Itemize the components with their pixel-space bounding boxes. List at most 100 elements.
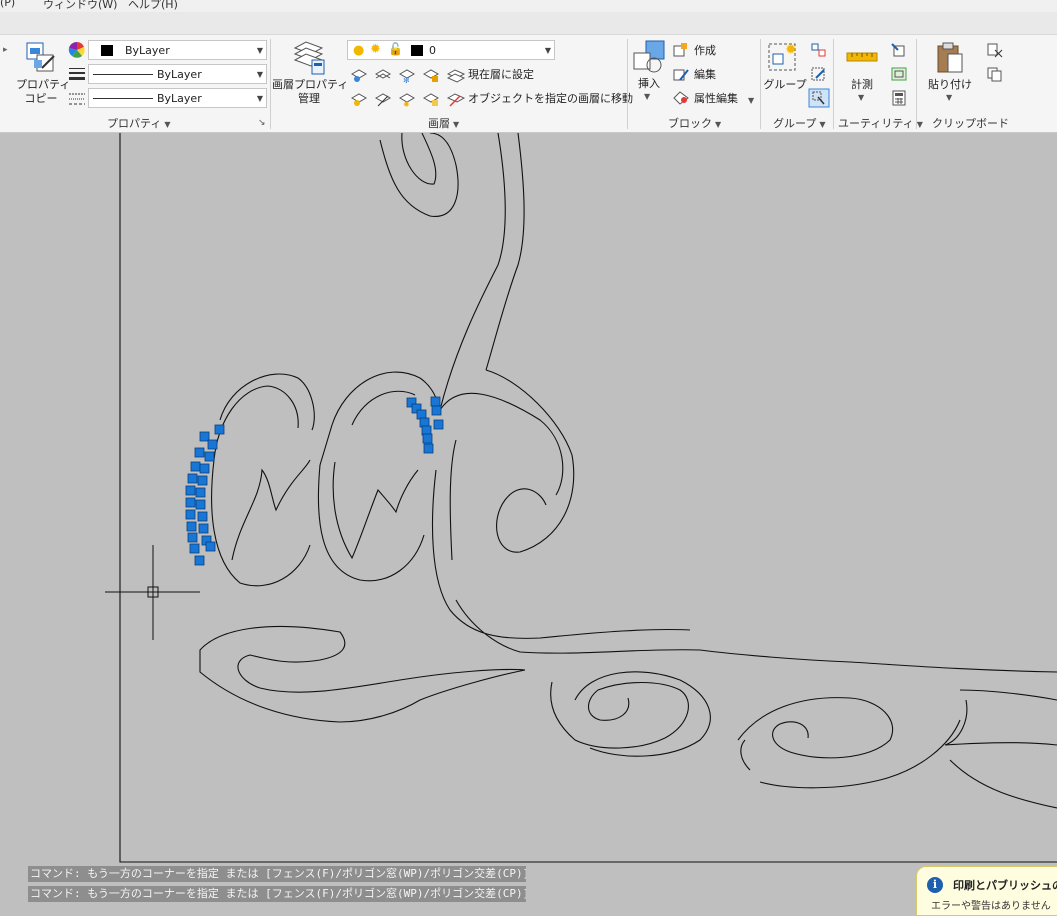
line-preview bbox=[93, 98, 153, 99]
bottom-right-scroll bbox=[737, 697, 961, 789]
chevron-down-icon[interactable]: ▼ bbox=[644, 90, 650, 103]
notification-body: エラーや警告はありません bbox=[931, 901, 1051, 912]
chevron-down-icon[interactable]: ▼ bbox=[946, 91, 952, 104]
measure-icon[interactable] bbox=[846, 47, 878, 67]
group-icon[interactable]: ✹ bbox=[767, 40, 801, 74]
ungroup-icon[interactable] bbox=[810, 42, 828, 58]
layer-properties-label-2: 管理 bbox=[298, 92, 320, 105]
top-curl bbox=[379, 133, 459, 217]
layer-color-swatch bbox=[411, 45, 423, 56]
edit-block-label[interactable]: 編集 bbox=[694, 68, 716, 81]
panel-title-utilities[interactable]: ユーティリティ ▼ bbox=[838, 115, 923, 131]
menu-item-help[interactable]: ヘルプ(H) bbox=[128, 0, 178, 12]
chevron-down-icon: ▼ bbox=[256, 94, 263, 103]
command-history-line: コマンド: もう一方のコーナーを指定 または [フェンス(F)/ポリゴン窓(WP… bbox=[28, 866, 526, 882]
panel-divider bbox=[270, 39, 271, 129]
panel-title-clipboard[interactable]: クリップボード bbox=[932, 115, 1009, 131]
bottom-left-leaf bbox=[199, 625, 526, 723]
linetype-dropdown-value: ByLayer bbox=[157, 92, 202, 105]
middle-loop bbox=[317, 371, 439, 582]
drawing-canvas[interactable] bbox=[0, 133, 1057, 903]
dialog-launcher-icon[interactable]: ↘ bbox=[258, 118, 266, 128]
set-current-layer-icon[interactable] bbox=[446, 66, 466, 84]
panel-title-block[interactable]: ブロック ▼ bbox=[668, 115, 721, 131]
copy-icon[interactable] bbox=[986, 66, 1004, 82]
info-icon: i bbox=[927, 877, 943, 893]
ribbon: ▸ プロパティ コピー ByLayer ▼ ByLayer ▼ ByLayer … bbox=[0, 35, 1057, 133]
create-block-icon[interactable] bbox=[672, 42, 690, 58]
calculator-icon[interactable] bbox=[890, 90, 908, 106]
layer-dropdown[interactable]: ● ✹ 🔓 0 ▼ bbox=[347, 40, 555, 60]
panel-title-layers[interactable]: 画層 ▼ bbox=[428, 115, 459, 131]
sun-thaw-icon: ✹ bbox=[370, 42, 381, 57]
line-preview bbox=[93, 74, 153, 75]
edit-attribute-label[interactable]: 属性編集 bbox=[694, 92, 738, 105]
panel-divider bbox=[760, 39, 761, 129]
group-edit-icon[interactable] bbox=[810, 66, 828, 82]
group-selection-toggle-icon[interactable] bbox=[808, 88, 830, 108]
menu-bar: (P) ウィンドウ(W) ヘルプ(H) bbox=[0, 0, 1057, 12]
match-properties-label-1: プロパティ bbox=[16, 78, 71, 91]
bottom-mid-scroll bbox=[550, 671, 711, 757]
menu-item-window[interactable]: ウィンドウ(W) bbox=[43, 0, 117, 12]
chevron-down-icon: ▼ bbox=[544, 46, 551, 55]
ribbon-tab-strip bbox=[0, 12, 1057, 35]
linetype-dropdown[interactable]: ByLayer ▼ bbox=[88, 88, 267, 108]
panel-title-groups[interactable]: グループ ▼ bbox=[773, 115, 826, 131]
color-dropdown[interactable]: ByLayer ▼ bbox=[88, 40, 267, 60]
panel-scroll-left-icon[interactable]: ▸ bbox=[3, 45, 8, 55]
color-swatch bbox=[101, 45, 113, 56]
notification-title: 印刷とパブリッシュのジ bbox=[953, 879, 1057, 892]
linetype-icon[interactable] bbox=[68, 91, 86, 107]
move-to-layer-label[interactable]: オブジェクトを指定の画層に移動 bbox=[468, 92, 633, 105]
quick-select-icon[interactable] bbox=[890, 42, 908, 58]
svg-text:✻: ✻ bbox=[403, 76, 410, 84]
panel-title-properties[interactable]: プロパティ ▼ bbox=[107, 115, 171, 131]
drawing-frame-left bbox=[119, 133, 1057, 863]
layer-properties-icon[interactable] bbox=[292, 40, 326, 76]
match-properties-label-2: コピー bbox=[24, 92, 58, 105]
layer-properties-label-1: 画層プロパティ bbox=[272, 78, 349, 91]
edit-attribute-icon[interactable] bbox=[672, 90, 690, 106]
paste-icon[interactable] bbox=[934, 40, 966, 76]
panel-divider bbox=[627, 39, 628, 129]
lineweight-dropdown-value: ByLayer bbox=[157, 68, 202, 81]
layer-lock-icon bbox=[422, 69, 440, 82]
layer-thaw-icon: ✹ bbox=[398, 93, 416, 108]
layer-tools-row1: ✻ bbox=[350, 69, 440, 84]
lower-sweep bbox=[431, 469, 1057, 673]
drawing-geometry bbox=[105, 133, 1057, 863]
panel-divider bbox=[916, 39, 917, 129]
match-properties-icon[interactable] bbox=[24, 40, 60, 76]
far-right-leaf bbox=[944, 689, 1057, 809]
chevron-down-icon: ▼ bbox=[256, 46, 263, 55]
layer-off-icon bbox=[350, 69, 368, 82]
insert-label: 挿入 bbox=[638, 77, 660, 90]
color-wheel-icon[interactable] bbox=[68, 41, 86, 59]
svg-text:✹: ✹ bbox=[785, 42, 797, 58]
svg-text:✹: ✹ bbox=[403, 100, 410, 108]
chevron-down-icon[interactable]: ▼ bbox=[748, 94, 754, 107]
edit-block-icon[interactable] bbox=[672, 66, 690, 82]
layer-on-icon bbox=[350, 93, 368, 106]
crosshair-cursor bbox=[105, 545, 200, 640]
menu-item-p[interactable]: (P) bbox=[0, 0, 15, 9]
paste-label: 貼り付け bbox=[928, 78, 972, 91]
create-block-label[interactable]: 作成 bbox=[694, 44, 716, 57]
lineweight-icon[interactable] bbox=[68, 66, 86, 82]
cut-icon[interactable] bbox=[986, 42, 1004, 58]
group-label: グループ bbox=[763, 78, 807, 91]
layer-freeze-icon: ✻ bbox=[398, 69, 416, 84]
color-dropdown-value: ByLayer bbox=[125, 44, 170, 57]
lineweight-dropdown[interactable]: ByLayer ▼ bbox=[88, 64, 267, 84]
set-current-layer-label[interactable]: 現在層に設定 bbox=[468, 68, 534, 81]
select-all-icon[interactable] bbox=[890, 66, 908, 82]
lock-open-icon: 🔓 bbox=[388, 42, 403, 56]
bulb-on-icon: ● bbox=[353, 43, 365, 58]
layer-unlock-icon bbox=[422, 93, 440, 106]
notification-balloon[interactable]: i 印刷とパブリッシュのジ エラーや警告はありません bbox=[916, 866, 1057, 916]
move-to-layer-icon[interactable] bbox=[446, 90, 466, 108]
chevron-down-icon[interactable]: ▼ bbox=[858, 91, 864, 104]
left-loop bbox=[211, 373, 315, 587]
insert-block-icon[interactable] bbox=[632, 39, 666, 75]
